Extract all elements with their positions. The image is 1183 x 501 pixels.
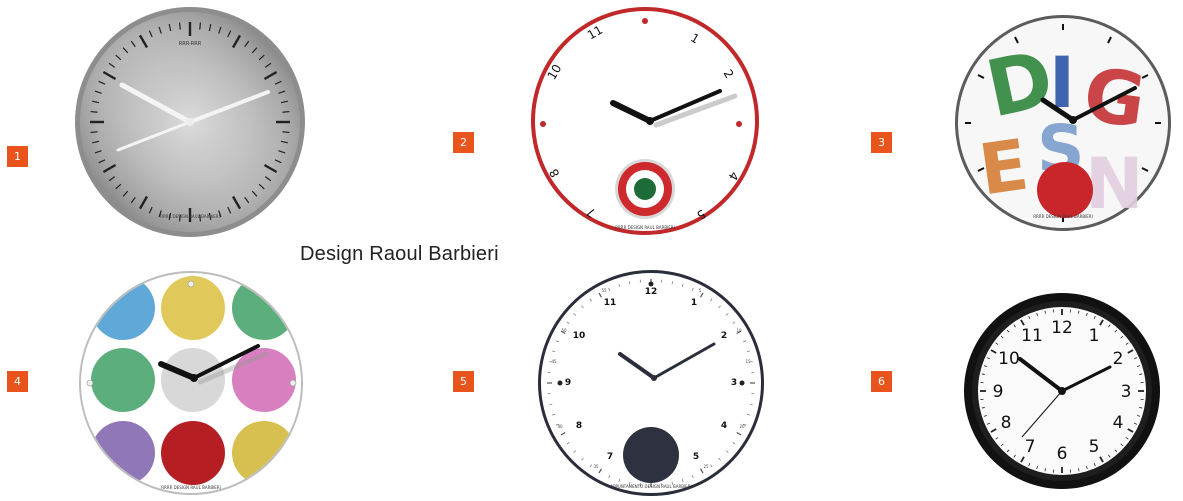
badge-2: 2 (453, 132, 474, 153)
svg-text:12: 12 (645, 287, 658, 297)
svg-text:8: 8 (1001, 413, 1012, 433)
clock-5-face: 12 11 1 10 2 9 3 8 4 7 5 55 5 50 10 45 1… (538, 270, 764, 496)
clock-4-face: RRRR DESIGN RAUL BARBIERI (79, 271, 303, 495)
svg-text:10: 10 (573, 331, 586, 341)
svg-text:5: 5 (699, 288, 702, 293)
clock-5-pendulum (623, 427, 679, 483)
svg-text:50: 50 (561, 328, 567, 333)
svg-text:5: 5 (1089, 437, 1100, 457)
svg-text:2: 2 (1113, 349, 1124, 369)
clock-2-target (615, 159, 675, 219)
clock-2-face: 11 1 10 2 8 4 7 5 RRRR DESIGN RAUL BARBI… (531, 7, 759, 235)
clock-1: RRR-RRR RRRR DESIGN RAUL BARBIERI (70, 5, 310, 239)
badge-1: 1 (7, 146, 28, 167)
clock-3: D I G E S N RRRR DESIGN RAUL BARBIERI (945, 12, 1181, 234)
badge-6: 6 (871, 371, 892, 392)
svg-text:9: 9 (565, 378, 571, 388)
tick-mark (178, 22, 181, 30)
svg-text:3: 3 (731, 378, 737, 388)
svg-text:N: N (1085, 143, 1144, 225)
svg-text:11: 11 (604, 298, 617, 308)
designer-caption: Design Raoul Barbieri (300, 243, 499, 265)
svg-text:15: 15 (745, 359, 751, 364)
clock-1-face: RRR-RRR RRRR DESIGN RAUL BARBIERI (75, 7, 305, 237)
svg-text:12: 12 (1051, 318, 1073, 338)
svg-text:45: 45 (551, 359, 557, 364)
clock-1-footer: RRRR DESIGN RAUL BARBIERI (160, 214, 220, 219)
svg-text:2: 2 (721, 331, 727, 341)
svg-text:7: 7 (607, 452, 613, 462)
tick-mark (90, 110, 98, 113)
badge-3: 3 (871, 132, 892, 153)
svg-text:8: 8 (576, 421, 582, 431)
clock-2-footer: RRRR DESIGN RAUL BARBIERI (615, 225, 675, 230)
clock-5-footer: APPUNTAMENTO DESIGN RAUL BARBIERI (610, 484, 691, 489)
svg-text:10: 10 (736, 328, 742, 333)
svg-text:7: 7 (1025, 437, 1036, 457)
svg-text:1: 1 (691, 298, 697, 308)
svg-text:20: 20 (739, 424, 745, 429)
svg-text:5: 5 (693, 452, 699, 462)
tick-mark (90, 131, 98, 134)
svg-text:35: 35 (593, 464, 599, 469)
clock-2: 11 1 10 2 8 4 7 5 RRRR DESIGN RAUL BARBI… (525, 6, 765, 236)
tick-mark (282, 131, 290, 134)
badge-5: 5 (453, 371, 474, 392)
badge-4: 4 (7, 371, 28, 392)
svg-text:4: 4 (721, 421, 727, 431)
svg-text:4: 4 (1113, 413, 1124, 433)
clock-5: 12 11 1 10 2 9 3 8 4 7 5 55 5 50 10 45 1… (534, 268, 768, 498)
clock-4: RRRR DESIGN RAUL BARBIERI (76, 268, 306, 498)
svg-text:11: 11 (1021, 326, 1043, 346)
clock-1-brand: RRR-RRR (179, 41, 202, 47)
svg-text:55: 55 (601, 288, 607, 293)
svg-text:25: 25 (703, 464, 709, 469)
clock-4-footer: RRRR DESIGN RAUL BARBIERI (161, 485, 221, 490)
svg-text:3: 3 (1121, 382, 1132, 402)
clock-3-pendulum (1037, 162, 1093, 218)
svg-text:6: 6 (1057, 444, 1068, 464)
clock-6-face: 12 1 2 3 4 5 6 7 8 9 10 11 (964, 293, 1160, 489)
tick-mark (282, 110, 290, 113)
svg-text:40: 40 (557, 424, 563, 429)
clock-3-footer: RRRR DESIGN RAUL BARBIERI (1033, 214, 1093, 219)
svg-text:1: 1 (1089, 326, 1100, 346)
clock-3-face: D I G E S N RRRR DESIGN RAUL BARBIERI (955, 15, 1171, 231)
svg-text:9: 9 (993, 382, 1004, 402)
clock-6: 12 1 2 3 4 5 6 7 8 9 10 11 (962, 291, 1162, 491)
svg-text:10: 10 (998, 349, 1020, 369)
tick-mark (199, 22, 202, 30)
